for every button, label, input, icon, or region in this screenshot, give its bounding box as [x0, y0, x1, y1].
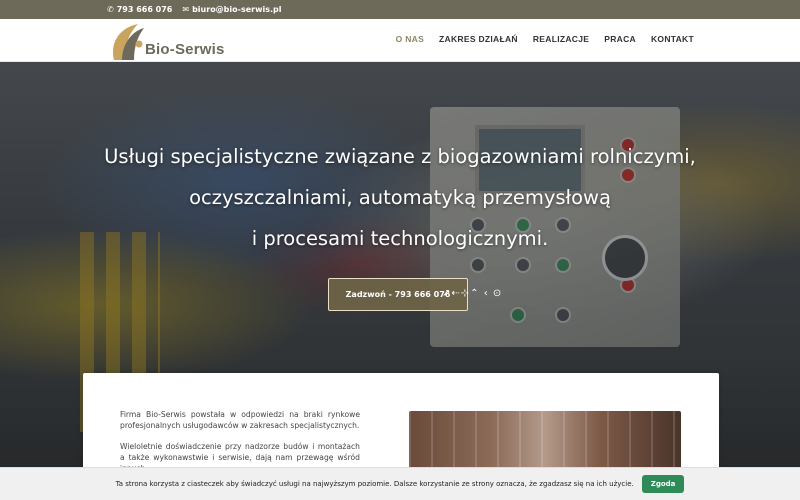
main-navigation: O NAS ZAKRES DZIAŁAŃ REALIZACJE PRACA KO…: [396, 34, 694, 44]
logo-text[interactable]: Bio-Serwis: [145, 41, 225, 58]
hero-heading: Usługi specjalistyczne związane z biogaz…: [0, 136, 800, 259]
nav-item-realizacje[interactable]: REALIZACJE: [533, 34, 589, 44]
envelope-icon: ✉: [182, 5, 190, 14]
phone-number[interactable]: 793 666 076: [117, 5, 173, 14]
email-address[interactable]: biuro@bio-serwis.pl: [192, 5, 281, 14]
phone-contact[interactable]: ✆ 793 666 076: [107, 5, 172, 14]
arrow-icon: ↗: [442, 288, 452, 299]
call-button-label: Zadzwoń - 793 666 076: [345, 290, 451, 299]
cookie-text: Ta strona korzysta z ciasteczek aby świa…: [115, 480, 634, 488]
cookie-accept-button[interactable]: Zgoda: [641, 475, 685, 493]
site-header: Bio-Serwis O NAS ZAKRES DZIAŁAŃ REALIZAC…: [0, 19, 800, 62]
misc-icons: ⇠⊹⌃ ‹ ⊙: [451, 288, 503, 299]
cookie-banner: Ta strona korzysta z ciasteczek aby świa…: [0, 467, 800, 500]
email-contact[interactable]: ✉ biuro@bio-serwis.pl: [182, 5, 281, 14]
hero-heading-line: oczyszczalniami, automatyką przemysłową: [189, 186, 611, 209]
hero-heading-line: i procesami technologicznymi.: [251, 227, 549, 250]
hero-heading-line: Usługi specjalistyczne związane z biogaz…: [104, 145, 696, 168]
logo-leaf-icon: [113, 24, 144, 60]
phone-icon: ✆: [107, 5, 114, 14]
nav-item-praca[interactable]: PRACA: [604, 34, 636, 44]
nav-item-o-nas[interactable]: O NAS: [396, 34, 424, 44]
about-paragraph: Firma Bio-Serwis powstała w odpowiedzi n…: [120, 410, 360, 430]
top-info-bar: ✆ 793 666 076 ✉ biuro@bio-serwis.pl: [0, 0, 800, 19]
hero-overlay-icons: ↗⇠⊹⌃ ‹ ⊙: [442, 288, 502, 299]
nav-item-zakres-dzialan[interactable]: ZAKRES DZIAŁAŃ: [439, 34, 518, 44]
nav-item-kontakt[interactable]: KONTAKT: [651, 34, 694, 44]
